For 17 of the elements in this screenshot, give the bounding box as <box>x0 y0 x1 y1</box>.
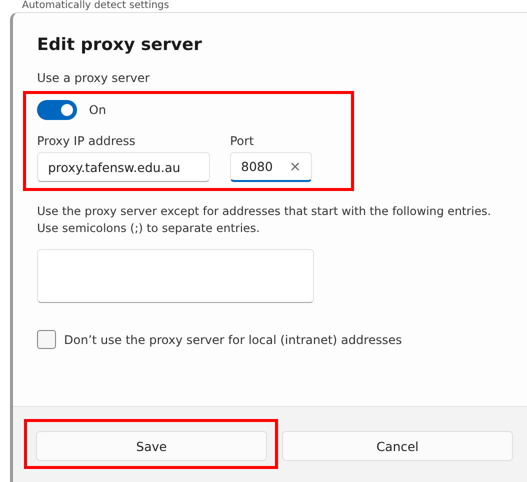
cancel-button[interactable]: Cancel <box>282 431 513 461</box>
checkbox-label: Don’t use the proxy server for local (intranet) addresses <box>64 332 402 346</box>
dialog-title: Edit proxy server <box>37 35 203 55</box>
address-label: Proxy IP address <box>37 134 136 148</box>
toggle-switch[interactable] <box>37 100 77 120</box>
save-button[interactable]: Save <box>36 431 267 461</box>
proxy-label: Use a proxy server <box>37 71 151 85</box>
checkbox[interactable] <box>37 330 56 349</box>
exceptions-description: Use the proxy server except for addresses that start with the following entries. Use semicolons (;) to separate entries. <box>37 203 492 237</box>
port-field[interactable]: 8080 × <box>230 152 312 182</box>
address-field[interactable]: proxy.tafensw.edu.au <box>37 152 210 182</box>
toggle-label: On <box>89 103 106 117</box>
exceptions-field[interactable] <box>37 249 314 303</box>
setting-label: Automatically detect settings <box>21 0 170 12</box>
clear-button[interactable]: × <box>289 158 301 174</box>
port-label: Port <box>230 134 255 148</box>
port-value: 8080 <box>241 159 273 174</box>
